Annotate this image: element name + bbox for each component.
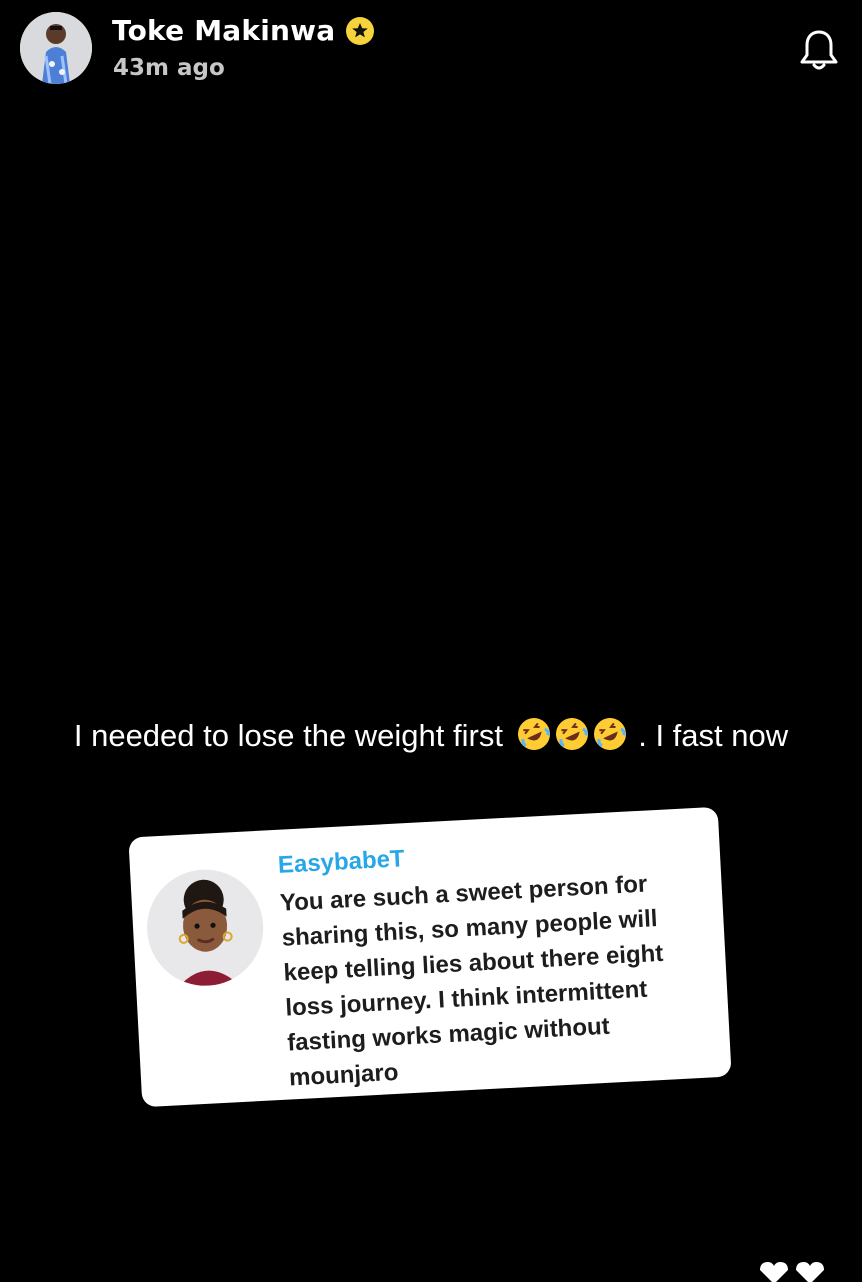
reply-username: EasybabeT — [277, 845, 406, 879]
laughing-emoji-group — [516, 716, 628, 752]
post-time: 43m ago — [113, 55, 225, 81]
story-header: Toke Makinwa 43m ago — [0, 0, 862, 100]
bitmoji-avatar — [144, 866, 267, 989]
story-caption: I needed to lose the weight first . I fa… — [0, 716, 862, 754]
bell-icon[interactable] — [798, 28, 840, 72]
profile-avatar[interactable] — [20, 12, 92, 84]
rolling-on-floor-laughing-emoji — [555, 718, 588, 750]
reply-sticker[interactable]: EasybabeT You are such a sweet person fo… — [128, 806, 732, 1108]
star-badge-icon — [345, 16, 375, 46]
heart-icon[interactable] — [760, 1262, 832, 1282]
user-name-row[interactable]: Toke Makinwa — [112, 14, 375, 47]
user-name[interactable]: Toke Makinwa — [112, 14, 335, 47]
caption-text-end: . I fast now — [638, 718, 789, 753]
rolling-on-floor-laughing-emoji — [593, 718, 626, 750]
rolling-on-floor-laughing-emoji — [517, 718, 550, 750]
reply-message: You are such a sweet person for sharing … — [279, 870, 664, 1092]
caption-text-start: I needed to lose the weight first — [73, 718, 503, 753]
